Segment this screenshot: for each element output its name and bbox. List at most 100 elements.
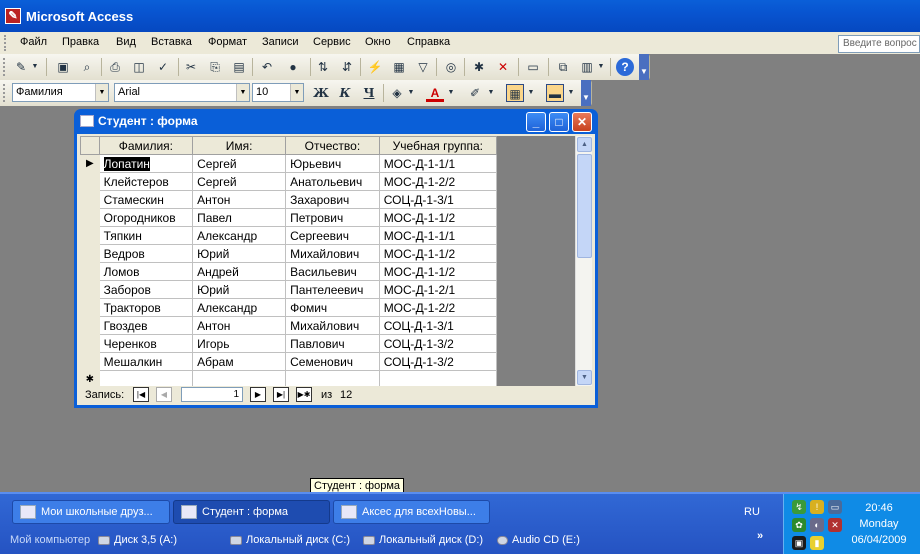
table-cell[interactable]: СОЦ-Д-1-3/2 — [378, 352, 497, 371]
table-cell[interactable]: МОС-Д-1-1/1 — [378, 226, 497, 245]
column-header-group[interactable]: Учебная группа: — [378, 136, 497, 155]
spelling-icon[interactable]: ✓ — [154, 58, 172, 76]
new-object-icon[interactable]: ▥ — [578, 58, 596, 76]
table-row[interactable]: Огородников Павел Петрович МОС-Д-1-1/2 — [80, 208, 497, 227]
task-button-student-form[interactable]: Студент : форма — [173, 500, 330, 524]
drive-c[interactable]: Локальный диск (C:) — [230, 534, 350, 546]
table-cell[interactable]: МОС-Д-1-1/1 — [378, 154, 497, 173]
chevron-down-icon[interactable]: ▼ — [290, 84, 303, 101]
table-cell[interactable]: МОС-Д-1-2/1 — [378, 280, 497, 299]
file-search-icon[interactable]: ⌕ — [78, 58, 96, 76]
table-cell[interactable]: Михайлович — [285, 316, 380, 335]
record-selector[interactable] — [80, 352, 100, 371]
record-selector[interactable] — [80, 280, 100, 299]
scroll-thumb[interactable] — [577, 154, 592, 258]
find-icon[interactable]: ◎ — [442, 58, 460, 76]
table-cell[interactable]: Ведров — [98, 244, 194, 263]
menu-window[interactable]: Окно — [365, 36, 391, 48]
menu-records[interactable]: Записи — [262, 36, 299, 48]
print-preview-icon[interactable]: ◫ — [130, 58, 148, 76]
table-cell[interactable]: Антон — [192, 316, 287, 335]
minimize-button[interactable]: _ — [526, 112, 546, 132]
new-record-button[interactable]: ▶✱ — [296, 387, 312, 402]
sort-descending-icon[interactable]: ⇵ — [338, 58, 356, 76]
font-color-dropdown-icon[interactable]: ▼ — [446, 84, 456, 102]
table-cell[interactable]: Захарович — [285, 190, 380, 209]
previous-record-button[interactable]: ◀ — [156, 387, 172, 402]
table-row[interactable]: Тяпкин Александр Сергеевич МОС-Д-1-1/1 — [80, 226, 497, 245]
table-cell[interactable]: Андрей — [192, 262, 287, 281]
special-effect-icon[interactable]: ▬ — [546, 84, 564, 102]
menu-file[interactable]: Файл — [20, 36, 47, 48]
record-selector[interactable] — [80, 226, 100, 245]
filter-by-form-icon[interactable]: ▦ — [390, 58, 408, 76]
column-header-firstname[interactable]: Имя: — [192, 136, 287, 155]
menu-tools[interactable]: Сервис — [313, 36, 351, 48]
sort-ascending-icon[interactable]: ⇅ — [314, 58, 332, 76]
record-selector[interactable] — [80, 316, 100, 335]
menu-format[interactable]: Формат — [208, 36, 247, 48]
drive-d[interactable]: Локальный диск (D:) — [363, 534, 483, 546]
help-icon[interactable]: ? — [616, 58, 634, 76]
delete-record-icon[interactable]: ✕ — [494, 58, 512, 76]
table-cell[interactable]: Абрам — [192, 352, 287, 371]
chevron-down-icon[interactable]: ▼ — [236, 84, 249, 101]
line-color-dropdown-icon[interactable]: ▼ — [486, 84, 496, 102]
table-cell[interactable] — [378, 370, 497, 386]
table-cell[interactable]: Черенков — [98, 334, 194, 353]
table-cell[interactable]: МОС-Д-1-2/2 — [378, 298, 497, 317]
table-cell[interactable]: Лопатин — [98, 154, 194, 173]
menu-view[interactable]: Вид — [116, 36, 136, 48]
table-cell[interactable]: СОЦ-Д-1-3/1 — [378, 190, 497, 209]
table-row[interactable]: ▶ Лопатин Сергей Юрьевич МОС-Д-1-1/1 — [80, 154, 497, 173]
battery-icon[interactable]: ▮ — [810, 536, 824, 550]
record-selector[interactable] — [80, 244, 100, 263]
table-cell[interactable]: Игорь — [192, 334, 287, 353]
line-color-icon[interactable]: ✐ — [466, 84, 484, 102]
record-selector[interactable]: ▶ — [80, 154, 100, 173]
record-selector[interactable] — [80, 208, 100, 227]
table-cell[interactable]: Юрий — [192, 244, 287, 263]
properties-icon[interactable]: ▭ — [524, 58, 542, 76]
menu-edit[interactable]: Правка — [62, 36, 99, 48]
fill-color-icon[interactable]: ◈ — [388, 84, 406, 102]
table-cell[interactable]: МОС-Д-1-1/2 — [378, 262, 497, 281]
form-icon[interactable] — [80, 115, 94, 127]
special-effect-dropdown-icon[interactable]: ▼ — [566, 84, 576, 102]
copy-icon[interactable]: ⎘ — [206, 58, 224, 76]
table-cell[interactable]: СОЦ-Д-1-3/2 — [378, 334, 497, 353]
gridlines-icon[interactable]: ▦ — [506, 84, 524, 102]
font-select[interactable]: Arial ▼ — [114, 83, 250, 102]
record-selector[interactable] — [80, 262, 100, 281]
paste-icon[interactable]: ▤ — [230, 58, 248, 76]
record-selector[interactable] — [80, 298, 100, 317]
column-header-patronymic[interactable]: Отчество: — [285, 136, 380, 155]
task-button-friends[interactable]: Мои школьные друз... — [12, 500, 170, 524]
table-row[interactable]: Мешалкин Абрам Семенович СОЦ-Д-1-3/2 — [80, 352, 497, 371]
table-cell[interactable]: Стамескин — [98, 190, 194, 209]
messenger-icon[interactable]: ✿ — [792, 518, 806, 532]
font-size-select[interactable]: 10 ▼ — [252, 83, 304, 102]
language-indicator[interactable]: RU — [744, 506, 760, 518]
maximize-button[interactable]: □ — [549, 112, 569, 132]
table-cell[interactable]: Огородников — [98, 208, 194, 227]
table-cell[interactable]: Юрий — [192, 280, 287, 299]
taskbar-expand-icon[interactable]: » — [757, 530, 763, 542]
menubar-grip[interactable] — [4, 35, 8, 51]
chevron-down-icon[interactable]: ▼ — [95, 84, 108, 101]
app-tray-icon[interactable]: ▣ — [792, 536, 806, 550]
vertical-scrollbar[interactable]: ▲ ▼ — [575, 136, 592, 386]
drive-a[interactable]: Диск 3,5 (A:) — [98, 534, 177, 546]
table-row[interactable]: Ломов Андрей Васильевич МОС-Д-1-1/2 — [80, 262, 497, 281]
table-cell[interactable]: Тракторов — [98, 298, 194, 317]
table-cell[interactable]: Васильевич — [285, 262, 380, 281]
table-cell[interactable]: МОС-Д-1-2/2 — [378, 172, 497, 191]
table-cell[interactable]: Семенович — [285, 352, 380, 371]
access-app-icon[interactable]: ✎ — [5, 8, 21, 24]
bold-button[interactable]: Ж — [312, 84, 330, 102]
table-cell[interactable]: Тяпкин — [98, 226, 194, 245]
format-toolbar-options-chevron-icon[interactable]: ▼ — [581, 80, 591, 106]
table-cell[interactable]: Сергеевич — [285, 226, 380, 245]
table-cell[interactable]: Фомич — [285, 298, 380, 317]
speaker-icon[interactable]: ◐ — [810, 518, 824, 532]
